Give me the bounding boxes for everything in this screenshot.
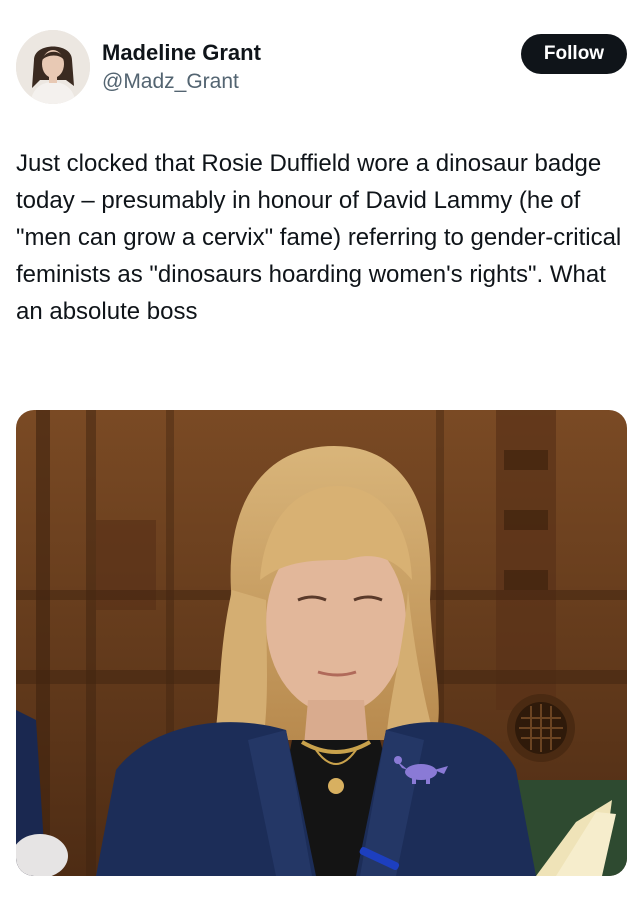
avatar[interactable] bbox=[16, 30, 90, 104]
author-info: Madeline Grant @Madz_Grant bbox=[102, 40, 261, 95]
avatar-photo bbox=[16, 30, 90, 104]
tweet-header: Madeline Grant @Madz_Grant Follow bbox=[16, 30, 627, 106]
tweet-media-image[interactable] bbox=[16, 410, 627, 876]
display-name[interactable]: Madeline Grant bbox=[102, 40, 261, 66]
tweet-text: Just clocked that Rosie Duffield wore a … bbox=[16, 150, 622, 325]
follow-button[interactable]: Follow bbox=[521, 34, 627, 74]
photo-woman-in-parliament bbox=[16, 410, 627, 876]
handle[interactable]: @Madz_Grant bbox=[102, 69, 261, 95]
